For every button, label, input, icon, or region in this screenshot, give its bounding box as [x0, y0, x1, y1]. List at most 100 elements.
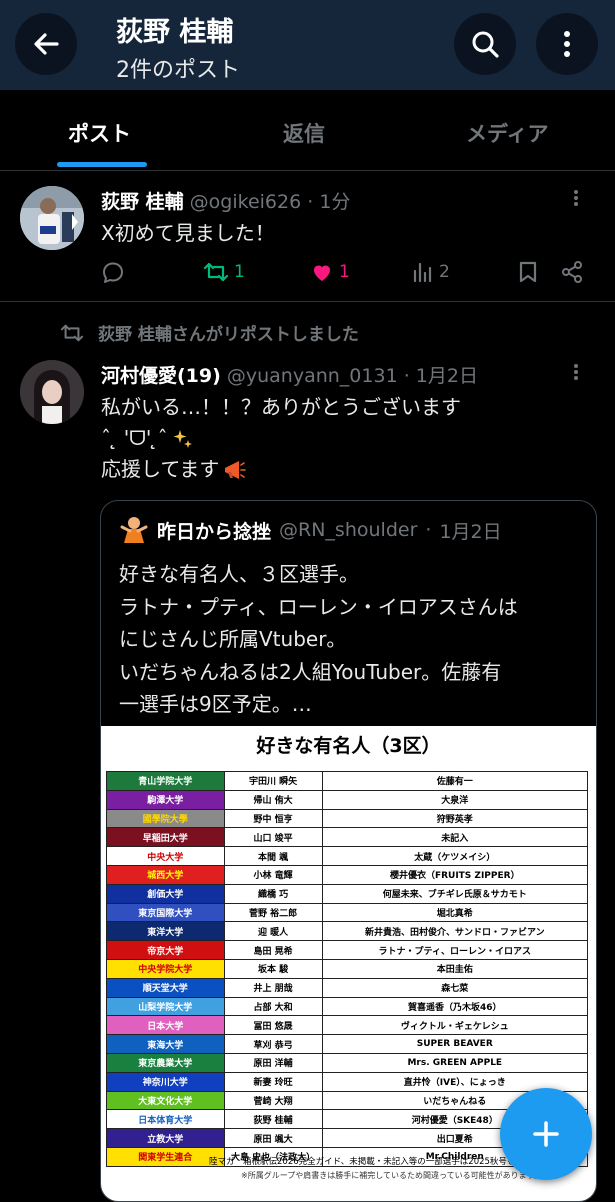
- separator-dot: ·: [307, 191, 314, 213]
- celebrity-cell: 櫻井優衣（FRUITS ZIPPER）: [321, 864, 589, 885]
- celebrity-cell: 狩野英孝: [321, 808, 589, 829]
- table-row: 東洋大学迎 暖人 新井貴浩、田村俊介、サンドロ・ファビアン: [106, 921, 589, 942]
- vertical-ellipsis-icon: [564, 31, 570, 57]
- woman-photo-avatar: [20, 360, 84, 424]
- vertical-ellipsis-icon: [574, 190, 578, 206]
- quoted-text-line: 一選手は9区予定。…: [119, 692, 312, 716]
- tab-replies[interactable]: 返信: [283, 118, 325, 148]
- celebrity-cell: 太蔵（ケツメイシ）: [321, 846, 589, 866]
- sparkles-icon: [173, 429, 192, 448]
- table-row: 駒澤大学 帰山 侑大 大泉洋: [106, 789, 589, 810]
- repost-banner-text: 荻野 桂輔さんがリポストしました: [98, 325, 359, 345]
- tab-posts[interactable]: ポスト: [68, 118, 131, 148]
- tab-media[interactable]: メディア: [466, 118, 549, 148]
- views-button[interactable]: 2: [412, 260, 450, 284]
- player-cell: 迎 暖人: [223, 921, 323, 942]
- team-cell: 神奈川大学: [106, 1071, 225, 1092]
- quoted-author-handle[interactable]: @RN_shoulder: [279, 519, 417, 541]
- bar-chart-icon: [413, 262, 432, 283]
- team-cell: 関東学生連合: [106, 1146, 225, 1167]
- post-time[interactable]: 1月2日: [416, 365, 478, 387]
- post-more-button[interactable]: [566, 188, 586, 212]
- table-row: 國學院大學 野中 恒亨 狩野英孝: [106, 808, 589, 829]
- celebrity-cell: SUPER BEAVER: [321, 1034, 589, 1054]
- team-cell: 創価大学: [106, 883, 225, 904]
- player-cell: 帰山 侑大: [223, 789, 323, 810]
- table-row: 城西大学 小林 竜輝 櫻井優衣（FRUITS ZIPPER）: [106, 864, 589, 885]
- share-button[interactable]: [560, 260, 584, 288]
- player-cell: 坂本 駿: [223, 958, 323, 979]
- team-cell: 日本体育大学: [106, 1109, 225, 1130]
- team-cell: 中央学院大学: [106, 958, 225, 979]
- quoted-text-line: ラトナ・プティ、ローレン・イロアスさんは: [119, 594, 518, 619]
- bookmark-icon: [519, 261, 537, 283]
- celebrity-cell: ヴィクトル・ギェケレシュ: [321, 1015, 589, 1036]
- author-name[interactable]: 荻野 桂輔: [101, 191, 184, 213]
- arrow-left-icon: [34, 33, 59, 55]
- table-row: 帝京大学 島田 晃希 ラトナ・プティ、ローレン・イロアス: [106, 940, 589, 960]
- team-cell: 東洋大学: [106, 921, 225, 942]
- compose-post-button[interactable]: [500, 1088, 592, 1180]
- search-icon: [472, 31, 499, 58]
- table-disclaimer: ※所属グループや肩書きは勝手に補完しているため間違っている可能性があります。: [241, 1171, 542, 1180]
- team-cell: 日本大学: [106, 1015, 225, 1036]
- retweet-count: 1: [234, 262, 245, 282]
- team-cell: 山梨学院大学: [106, 996, 225, 1017]
- celebrity-cell: Mrs. GREEN APPLE: [321, 1052, 589, 1073]
- player-cell: 草刈 恭弓: [223, 1034, 323, 1054]
- quoted-post-time[interactable]: 1月2日: [439, 517, 501, 544]
- bookmark-button[interactable]: [517, 260, 539, 288]
- table-row: 東京国際大学 菅野 裕二郎 堀北真希: [106, 902, 589, 923]
- kaomoji: ˆ ̨̨̨ 'ᗜ' ̨̨̨ˆ: [101, 426, 168, 450]
- post-count: 2件のポスト: [116, 58, 240, 83]
- retweet-button[interactable]: 1: [203, 260, 245, 284]
- table-row: 中央学院大学 坂本 駿本田圭佑: [106, 958, 589, 979]
- back-button[interactable]: [15, 13, 77, 75]
- view-count: 2: [439, 262, 450, 282]
- player-cell: 本間 颯: [223, 846, 323, 866]
- player-cell: 新妻 玲旺: [223, 1071, 323, 1092]
- celebrity-cell: 堀北真希: [321, 902, 589, 923]
- celebrity-cell: ラトナ・プティ、ローレン・イロアス: [321, 940, 589, 960]
- team-cell: 駒澤大学: [106, 789, 225, 810]
- like-button[interactable]: 1: [310, 260, 350, 284]
- author-handle[interactable]: @ogikei626: [190, 191, 302, 213]
- author-handle[interactable]: @yuanyann_0131: [227, 365, 398, 387]
- table-row: 早稲田大学 山口 竣平 未記入: [106, 827, 589, 848]
- avatar[interactable]: [20, 186, 84, 250]
- celebrity-cell: 大泉洋: [321, 789, 589, 810]
- quoted-author-avatar[interactable]: [119, 515, 149, 545]
- player-cell: 山口 竣平: [223, 827, 323, 848]
- post-divider: [0, 301, 615, 302]
- post-time[interactable]: 1分: [319, 191, 350, 213]
- celebrity-cell: 賀喜遥香（乃木坂46）: [321, 996, 589, 1017]
- author-name[interactable]: 河村優愛(19): [101, 365, 221, 387]
- celebrity-cell: 新井貴浩、田村俊介、サンドロ・ファビアン: [321, 921, 589, 942]
- search-button[interactable]: [454, 13, 516, 75]
- repost-banner[interactable]: 荻野 桂輔さんがリポストしました: [60, 320, 359, 345]
- reply-button[interactable]: [101, 260, 125, 288]
- player-cell: 菅野 裕二郎: [223, 902, 323, 923]
- profile-name: 荻野 桂輔: [116, 17, 234, 48]
- plus-icon: [533, 1121, 559, 1147]
- avatar[interactable]: [20, 360, 84, 424]
- more-options-button[interactable]: [536, 13, 598, 75]
- reply-icon: [103, 262, 123, 283]
- team-cell: 城西大学: [106, 864, 225, 885]
- table-row: 日本大学 冨田 悠晟 ヴィクトル・ギェケレシュ: [106, 1015, 589, 1036]
- team-cell: 立教大学: [106, 1128, 225, 1148]
- quoted-text-line: にじさんじ所属Vtuber。: [119, 627, 347, 651]
- quoted-author-name[interactable]: 昨日から捻挫: [157, 517, 271, 544]
- celebrity-cell: 未記入: [321, 827, 589, 848]
- heart-filled-icon: [314, 265, 330, 281]
- retweet-icon: [203, 262, 229, 282]
- celebrity-cell: 何屋未来、ブチギレ氏原＆サカモト: [321, 883, 589, 904]
- vertical-ellipsis-icon: [574, 364, 578, 380]
- player-cell: 原田 颯大: [223, 1128, 323, 1148]
- table-footer-note: 陸マガ 箱根駅伝2026完全ガイド、未掲載・未記入等の一部選手は2025秋号を参…: [209, 1157, 550, 1167]
- player-cell: 占部 大和: [223, 996, 323, 1017]
- post-more-button[interactable]: [566, 362, 586, 386]
- team-cell: 大東文化大学: [106, 1090, 225, 1111]
- player-cell: 宇田川 瞬矢: [223, 771, 323, 791]
- separator-dot: ·: [403, 365, 410, 387]
